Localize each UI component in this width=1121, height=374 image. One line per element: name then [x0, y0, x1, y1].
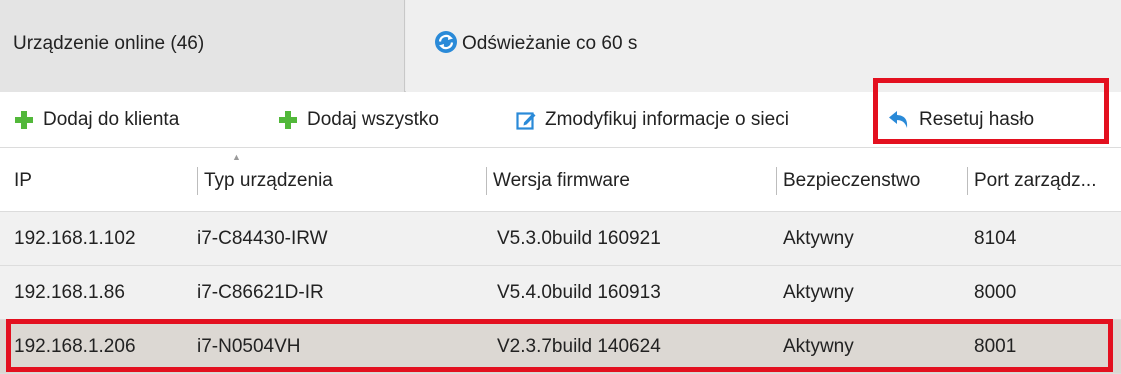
- cell-ip: 192.168.1.102: [14, 228, 136, 249]
- cell-device-type: i7-N0504VH: [197, 336, 301, 357]
- table-row-selected[interactable]: 192.168.1.206 i7-N0504VH V2.3.7build 140…: [0, 320, 1121, 374]
- column-header-security[interactable]: Bezpieczenstwo: [776, 148, 920, 213]
- table-header: IP Typ urządzenia ▲ Wersja firmware Bezp…: [0, 147, 1121, 212]
- column-header-ip[interactable]: IP: [14, 148, 32, 213]
- table-row[interactable]: 192.168.1.86 i7-C86621D-IR V5.4.0build 1…: [0, 266, 1121, 320]
- refresh-interval[interactable]: Odświeżanie co 60 s: [406, 0, 1121, 92]
- add-all-button[interactable]: Dodaj wszystko: [278, 92, 439, 147]
- cell-security: Aktywny: [783, 228, 854, 249]
- column-header-firmware[interactable]: Wersja firmware: [486, 148, 630, 213]
- column-separator: [967, 166, 968, 195]
- edit-icon: [516, 111, 536, 130]
- column-header-port[interactable]: Port zarządz...: [967, 148, 1097, 213]
- table-row[interactable]: 192.168.1.102 i7-C84430-IRW V5.3.0build …: [0, 212, 1121, 266]
- modify-network-label: Zmodyfikuj informacje o sieci: [545, 108, 789, 130]
- cell-port: 8001: [974, 336, 1017, 357]
- column-separator: [776, 166, 777, 195]
- cell-firmware: V5.3.0build 160921: [497, 228, 661, 249]
- modify-network-button[interactable]: Zmodyfikuj informacje o sieci: [516, 92, 789, 147]
- tab-online-devices-label: Urządzenie online (46): [13, 33, 205, 54]
- cell-security: Aktywny: [783, 282, 854, 303]
- cell-port: 8000: [974, 282, 1017, 303]
- column-separator: [486, 166, 487, 195]
- column-header-device-type[interactable]: Typ urządzenia: [197, 148, 333, 213]
- device-tab-bar: Urządzenie online (46) Odświeżanie co 60…: [0, 0, 1121, 92]
- cell-ip: 192.168.1.86: [14, 282, 125, 303]
- sort-ascending-icon: ▲: [232, 152, 241, 162]
- device-toolbar: Dodaj do klienta Dodaj wszystko Zmodyfik…: [0, 92, 1121, 147]
- refresh-interval-label: Odświeżanie co 60 s: [462, 33, 638, 54]
- plus-icon: [279, 110, 297, 129]
- cell-device-type: i7-C86621D-IR: [197, 282, 324, 303]
- tab-online-devices[interactable]: Urządzenie online (46): [0, 0, 405, 92]
- cell-port: 8104: [974, 228, 1017, 249]
- cell-firmware: V5.4.0build 160913: [497, 282, 661, 303]
- cell-firmware: V2.3.7build 140624: [497, 336, 661, 357]
- cell-device-type: i7-C84430-IRW: [197, 228, 328, 249]
- reset-password-button[interactable]: Resetuj hasło: [888, 92, 1034, 147]
- column-separator: [197, 166, 198, 195]
- reset-password-label: Resetuj hasło: [919, 108, 1035, 130]
- cell-ip: 192.168.1.206: [14, 336, 136, 357]
- cell-security: Aktywny: [783, 336, 854, 357]
- plus-icon: [15, 110, 33, 129]
- add-to-client-label: Dodaj do klienta: [43, 108, 180, 130]
- add-to-client-button[interactable]: Dodaj do klienta: [14, 92, 179, 147]
- add-all-label: Dodaj wszystko: [307, 108, 439, 130]
- refresh-icon: [435, 31, 457, 53]
- undo-arrow-icon: [889, 110, 908, 128]
